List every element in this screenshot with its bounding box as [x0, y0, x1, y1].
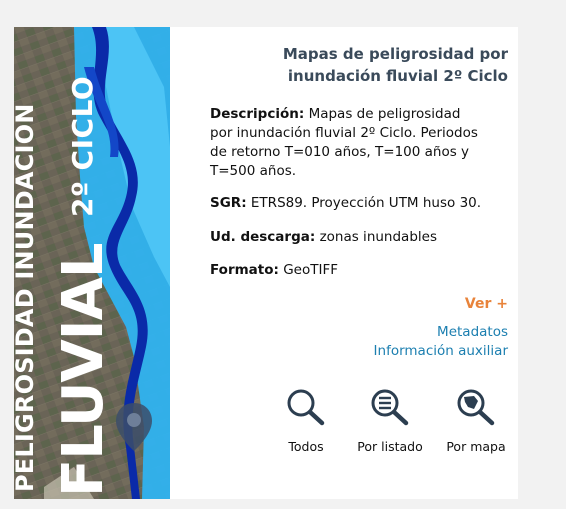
metadatos-link[interactable]: Metadatos	[437, 324, 508, 340]
field-label: Ud. descarga:	[210, 229, 316, 245]
field-value: GeoTIFF	[283, 262, 339, 278]
field-descripcion: Descripción: Mapas de peligrosidad por i…	[210, 105, 480, 181]
cover-line-peligrosidad: PELIGROSIDAD INUNDACIÓN	[14, 103, 39, 493]
tool-label: Por mapa	[446, 439, 506, 454]
tool-label: Por listado	[357, 439, 423, 454]
field-label: Descripción:	[210, 106, 305, 122]
ver-mas-link[interactable]: Ver +	[465, 296, 508, 312]
field-ud-descarga: Ud. descarga: zonas inundables	[210, 228, 510, 247]
map-search-icon	[457, 389, 495, 426]
search-all-button[interactable]: Todos	[266, 387, 346, 454]
field-value: ETRS89. Proyección UTM huso 30.	[250, 195, 482, 211]
field-value: zonas inundables	[319, 229, 437, 245]
dataset-info: Mapas de peligrosidad por inundación flu…	[170, 27, 518, 499]
list-search-icon	[371, 389, 409, 426]
map-pin-icon	[116, 403, 152, 451]
field-label: SGR:	[210, 195, 247, 211]
cover-line-fluvial: FLUVIAL	[51, 243, 116, 497]
field-formato: Formato: GeoTIFF	[210, 261, 510, 280]
field-label: Formato:	[210, 262, 279, 278]
tool-label: Todos	[288, 439, 324, 454]
search-by-list-button[interactable]: Por listado	[350, 387, 430, 454]
search-icon	[287, 389, 325, 426]
informacion-auxiliar-link[interactable]: Información auxiliar	[374, 343, 508, 359]
field-sgr: SGR: ETRS89. Proyección UTM huso 30.	[210, 194, 510, 213]
cover-image: PELIGROSIDAD INUNDACIÓN FLUVIAL 2º CICLO	[14, 27, 170, 499]
search-by-map-button[interactable]: Por mapa	[436, 387, 516, 454]
cover-line-ciclo: 2º CICLO	[66, 75, 99, 217]
dataset-title: Mapas de peligrosidad por inundación flu…	[282, 45, 508, 85]
dataset-card: PELIGROSIDAD INUNDACIÓN FLUVIAL 2º CICLO…	[14, 27, 518, 499]
